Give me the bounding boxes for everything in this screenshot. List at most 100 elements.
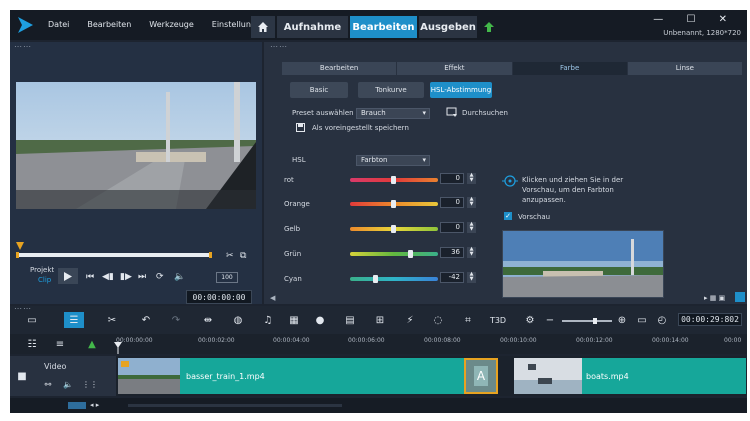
- motion-icon[interactable]: ⚡: [402, 312, 418, 328]
- settings-icon[interactable]: ⚙: [522, 312, 538, 328]
- video-track[interactable]: basser_train_1.mp4 A boats.mp4: [116, 356, 747, 396]
- slider-cyan[interactable]: [350, 275, 438, 283]
- menu-item-werkzeuge[interactable]: Werkzeuge: [149, 20, 193, 29]
- go-to-start-icon[interactable]: ⏮: [86, 269, 94, 285]
- tab-ausgeben[interactable]: Ausgeben: [419, 16, 477, 38]
- home-button[interactable]: [251, 16, 275, 38]
- stepper-gruen[interactable]: ▲ ▼: [467, 247, 476, 258]
- tracking-icon[interactable]: ⌗: [460, 312, 476, 328]
- subtab-bearbeiten[interactable]: Bearbeiten: [282, 62, 398, 75]
- slider-knob[interactable]: [391, 176, 396, 184]
- value-gelb[interactable]: 0: [440, 222, 464, 233]
- undo-icon[interactable]: ↶: [138, 312, 154, 328]
- zoom-slider[interactable]: [562, 318, 612, 324]
- subtab-linse[interactable]: Linse: [627, 62, 743, 75]
- go-to-end-icon[interactable]: ⏭: [138, 269, 146, 285]
- subtab-effekt[interactable]: Effekt: [397, 62, 513, 75]
- timeline-view-icon[interactable]: ☰: [64, 312, 84, 328]
- hsl-preview-image[interactable]: [502, 230, 664, 298]
- project-mode-label[interactable]: Projekt: [30, 266, 54, 274]
- chapter-icon[interactable]: ≡: [52, 336, 68, 352]
- link-icon[interactable]: ⚯: [40, 376, 56, 392]
- save-default-label[interactable]: Als voreingestellt speichern: [312, 124, 409, 132]
- color-correction-icon[interactable]: ◍: [230, 312, 246, 328]
- track-manager-icon[interactable]: ☷: [24, 336, 40, 352]
- scrollbar-handle[interactable]: [68, 402, 86, 409]
- scrub-bar[interactable]: [16, 252, 212, 258]
- value-gruen[interactable]: 36: [440, 247, 464, 258]
- zoom-out-icon[interactable]: −: [542, 312, 558, 328]
- timeline-timecode[interactable]: 00:00:29:802: [678, 313, 742, 326]
- browse-icon[interactable]: [446, 106, 458, 118]
- ripple-icon[interactable]: ⋮⋮: [82, 376, 98, 392]
- value-orange[interactable]: 0: [440, 197, 464, 208]
- next-frame-icon[interactable]: ▮▶: [120, 269, 132, 285]
- preset-dropdown[interactable]: Brauch: [356, 108, 430, 119]
- target-adjust-icon[interactable]: [502, 174, 518, 188]
- mute-icon[interactable]: 🔈: [60, 376, 76, 392]
- mask-creator-icon[interactable]: ◌: [430, 312, 446, 328]
- scroll-arrows-icon[interactable]: ◂ ▸: [90, 401, 99, 409]
- split-screen-icon[interactable]: ⊞: [372, 312, 388, 328]
- stepper-rot[interactable]: ▲ ▼: [467, 173, 476, 184]
- pill-hsl-abstimmung[interactable]: HSL-Abstimmung: [430, 82, 492, 98]
- storyboard-view-icon[interactable]: ▭: [24, 312, 40, 328]
- pill-basic[interactable]: Basic: [290, 82, 348, 98]
- zoom-select[interactable]: 100: [216, 272, 238, 283]
- player-timecode[interactable]: 00:00:00:00: [186, 290, 252, 304]
- slider-orange[interactable]: [350, 200, 438, 208]
- tab-bearbeiten[interactable]: Bearbeiten: [350, 16, 417, 38]
- hsl-dropdown[interactable]: Farbton: [356, 155, 430, 166]
- browse-label[interactable]: Durchsuchen: [462, 109, 508, 117]
- fit-icon[interactable]: ▭: [634, 312, 650, 328]
- multi-camera-icon[interactable]: ▦: [286, 312, 302, 328]
- timeline-ruler[interactable]: ☷ ≡ ▲ 00:00:00:00 00:00:02:00 00:00:04:0…: [10, 334, 747, 354]
- scroll-left-icon[interactable]: ◀: [270, 294, 275, 302]
- fit-to-window-icon[interactable]: ⇹: [200, 312, 216, 328]
- panel-tool-icons[interactable]: ▸ ▦ ▣: [704, 294, 725, 302]
- previous-frame-icon[interactable]: ◀▮: [102, 269, 114, 285]
- stepper-gelb[interactable]: ▲ ▼: [467, 222, 476, 233]
- copy-icon[interactable]: ⧉: [240, 248, 246, 264]
- zoom-in-icon[interactable]: ⊕: [614, 312, 630, 328]
- window-controls[interactable]: — ☐ ✕: [653, 14, 737, 25]
- add-marker-icon[interactable]: ▲: [84, 336, 100, 352]
- panel-grip-icon[interactable]: ⋯⋯: [270, 42, 288, 51]
- value-cyan[interactable]: -42: [440, 272, 464, 283]
- title-3d-icon[interactable]: T3D: [490, 312, 506, 328]
- slider-knob[interactable]: [373, 275, 378, 283]
- slider-knob[interactable]: [391, 225, 396, 233]
- menu-item-bearbeiten[interactable]: Bearbeiten: [87, 20, 131, 29]
- audio-mixer-icon[interactable]: ♫: [260, 312, 276, 328]
- pill-tonkurve[interactable]: Tonkurve: [358, 82, 424, 98]
- value-rot[interactable]: 0: [440, 173, 464, 184]
- mask-icon[interactable]: ●: [312, 312, 328, 328]
- transition-block[interactable]: A: [464, 358, 498, 394]
- clip-boats[interactable]: boats.mp4: [514, 358, 746, 394]
- slider-rot[interactable]: [350, 176, 438, 184]
- playhead-marker-icon[interactable]: [16, 242, 24, 252]
- tools-icon[interactable]: ✂: [104, 312, 120, 328]
- slider-gruen[interactable]: [350, 250, 438, 258]
- menu-item-datei[interactable]: Datei: [48, 20, 69, 29]
- slider-knob[interactable]: [408, 250, 413, 258]
- redo-icon[interactable]: ↷: [168, 312, 184, 328]
- preview-checkbox[interactable]: ✓: [504, 212, 512, 220]
- panel-grip-icon[interactable]: ⋯⋯: [14, 42, 32, 51]
- subtitle-icon[interactable]: ▤: [342, 312, 358, 328]
- stepper-cyan[interactable]: ▲ ▼: [467, 272, 476, 283]
- timeline-scrollbar[interactable]: ◂ ▸: [10, 398, 747, 413]
- stepper-orange[interactable]: ▲ ▼: [467, 197, 476, 208]
- subtab-farbe[interactable]: Farbe: [512, 62, 628, 75]
- slider-gelb[interactable]: [350, 225, 438, 233]
- upload-arrow-icon[interactable]: [482, 20, 496, 34]
- play-button[interactable]: [58, 268, 78, 284]
- clip-mode-label[interactable]: Clip: [38, 276, 51, 284]
- panel-layout-icon[interactable]: [735, 292, 745, 302]
- volume-icon[interactable]: 🔈: [174, 269, 185, 285]
- slider-knob[interactable]: [391, 200, 396, 208]
- video-preview[interactable]: [16, 82, 256, 209]
- tab-aufnahme[interactable]: Aufnahme: [277, 16, 348, 38]
- preview-label[interactable]: Vorschau: [518, 213, 550, 221]
- clip-basser-train[interactable]: basser_train_1.mp4 A: [118, 358, 498, 394]
